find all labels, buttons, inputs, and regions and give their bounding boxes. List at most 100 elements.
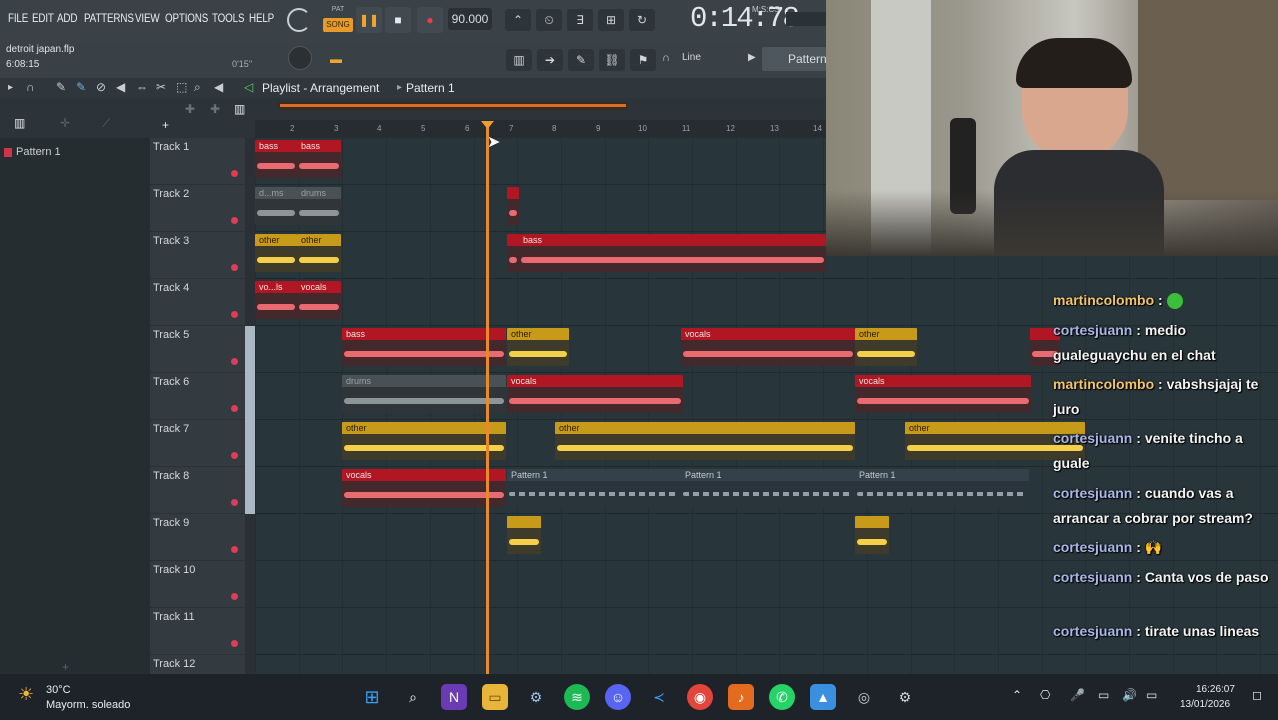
playlist-clip[interactable]: vocals (855, 375, 1031, 413)
piano-icon[interactable]: ▥ (14, 116, 25, 130)
view-automation-icon[interactable]: ✚ (210, 102, 220, 116)
weather-description[interactable]: Mayorm. soleado (46, 699, 130, 711)
track-resize-strip[interactable] (245, 279, 255, 326)
chevron-up-icon[interactable]: ⌃ (1012, 688, 1022, 702)
pitch-slider-icon[interactable]: ▬ (330, 52, 358, 68)
vscode-icon[interactable]: ≺ (646, 684, 672, 710)
paint-tool-icon[interactable]: ✎ (76, 80, 86, 94)
track-header[interactable]: Track 4 (150, 279, 245, 326)
wait-input-icon[interactable]: ⏲ (536, 9, 562, 31)
current-pattern[interactable]: Pattern 1 (406, 81, 455, 95)
playlist-clip[interactable]: bass (342, 328, 506, 366)
playlist-clip[interactable]: Pattern 1 (855, 469, 1029, 507)
network-icon[interactable]: ⎔ (1040, 688, 1050, 702)
pencil-icon[interactable]: ✎ (568, 49, 594, 71)
menu-add[interactable]: ADD (57, 11, 77, 25)
playlist-clip[interactable] (507, 516, 541, 554)
track-mute-led[interactable] (231, 593, 238, 600)
playlist-clip[interactable]: other (297, 234, 341, 272)
track-mute-led[interactable] (231, 358, 238, 365)
notification-icon[interactable]: ◻ (1252, 688, 1262, 702)
menu-edit[interactable]: EDIT (32, 11, 54, 25)
playlist-clip[interactable]: vo...ls (255, 281, 297, 319)
playlist-clip[interactable]: other (342, 422, 506, 460)
playlist-clip[interactable]: vocals (297, 281, 341, 319)
whatsapp-icon[interactable]: ✆ (769, 684, 795, 710)
track-mute-led[interactable] (231, 546, 238, 553)
stamp-icon[interactable]: ⚑ (630, 49, 656, 71)
playlist-clip[interactable]: Pattern 1 (681, 469, 855, 507)
track-resize-strip[interactable] (245, 514, 255, 561)
track-mute-led[interactable] (231, 311, 238, 318)
steam-icon[interactable]: ⚙ (523, 684, 549, 710)
add-icon[interactable]: + (162, 118, 169, 132)
snap-selector[interactable]: Line (682, 52, 701, 63)
song-toggle[interactable]: SONG (323, 18, 353, 32)
display-icon[interactable]: ▭ (1098, 688, 1109, 702)
master-volume-knob[interactable] (287, 8, 311, 32)
track-resize-strip[interactable] (245, 138, 255, 185)
microphone-icon[interactable]: 🎤 (1070, 688, 1085, 702)
track-resize-strip[interactable] (245, 561, 255, 608)
track-resize-strip[interactable] (245, 232, 255, 279)
playlist-clip[interactable]: bass (255, 140, 297, 178)
settings-icon[interactable]: ⚙ (892, 684, 918, 710)
playlist-clip[interactable]: drums (342, 375, 506, 413)
playlist-clip[interactable]: other (255, 234, 297, 272)
tempo-display[interactable]: 90.000 (448, 8, 492, 30)
volume-icon[interactable]: 🔊 (1122, 688, 1137, 702)
magnet-snap-icon[interactable]: ∩ (26, 80, 35, 94)
playback-tool-icon[interactable]: ◀ (214, 80, 223, 94)
menu-file[interactable]: FILE (8, 11, 28, 25)
discord-icon[interactable]: ☺ (605, 684, 631, 710)
playlist-clip[interactable]: other (507, 328, 569, 366)
slip-tool-icon[interactable]: ⇔ (136, 80, 148, 94)
track-header[interactable]: Track 8 (150, 467, 245, 514)
weather-icon[interactable]: ☀ (18, 684, 34, 705)
track-header[interactable]: Track 9 (150, 514, 245, 561)
playlist-clip[interactable]: drums (297, 187, 341, 225)
metronome-icon[interactable]: ⌃ (505, 9, 531, 31)
arrow-right-small-icon[interactable]: ▶ (748, 52, 756, 63)
browser-add-icon[interactable]: + (62, 660, 69, 674)
arrow-menu-icon[interactable]: ▸ (8, 82, 13, 93)
track-header[interactable]: Track 11 (150, 608, 245, 655)
timeline-ruler[interactable] (255, 120, 826, 138)
pitch-knob[interactable] (288, 46, 312, 70)
track-header[interactable]: Track 10 (150, 561, 245, 608)
obs-icon[interactable]: ◎ (851, 684, 877, 710)
playlist-clip[interactable]: vocals (507, 375, 683, 413)
plugin-icon[interactable]: ✛ (60, 116, 70, 130)
pattern-selector[interactable]: Pattern (762, 47, 827, 71)
playlist-clip[interactable]: bass (519, 234, 826, 272)
fl-studio-icon[interactable]: ♪ (728, 684, 754, 710)
playlist-clip[interactable]: other (855, 328, 917, 366)
menu-tools[interactable]: TOOLS (212, 11, 245, 25)
delete-tool-icon[interactable]: ⊘ (96, 80, 106, 94)
track-header[interactable]: Track 1 (150, 138, 245, 185)
system-time[interactable]: 16:26:07 (1196, 684, 1235, 695)
magnet-icon[interactable]: ∩ (662, 52, 670, 64)
playlist-clip[interactable]: other (555, 422, 855, 460)
playlist-clip[interactable]: vocals (681, 328, 855, 366)
playlist-clip[interactable]: bass (297, 140, 341, 178)
play-button[interactable]: ❚❚ (356, 7, 382, 33)
slice-tool-icon[interactable]: ✂ (156, 80, 166, 94)
track-mute-led[interactable] (231, 264, 238, 271)
automation-icon[interactable]: ⟋ (102, 116, 110, 131)
arrow-right-icon[interactable]: ➔ (537, 49, 563, 71)
search-icon[interactable]: ⌕ (400, 684, 426, 710)
draw-tool-icon[interactable]: ✎ (56, 80, 66, 94)
playhead[interactable] (486, 124, 489, 674)
track-resize-strip[interactable] (245, 373, 255, 420)
chrome-icon[interactable]: ◉ (687, 684, 713, 710)
windows-start-icon[interactable]: ⊞ (359, 684, 385, 710)
pat-toggle[interactable]: PAT (323, 6, 353, 18)
playlist-clip[interactable] (855, 516, 889, 554)
menu-options[interactable]: OPTIONS (165, 11, 208, 25)
track-header[interactable]: Track 7 (150, 420, 245, 467)
onenote-icon[interactable]: N (441, 684, 467, 710)
select-tool-icon[interactable]: ⬚ (176, 80, 187, 94)
track-header[interactable]: Track 2 (150, 185, 245, 232)
track-resize-strip[interactable] (245, 467, 255, 514)
